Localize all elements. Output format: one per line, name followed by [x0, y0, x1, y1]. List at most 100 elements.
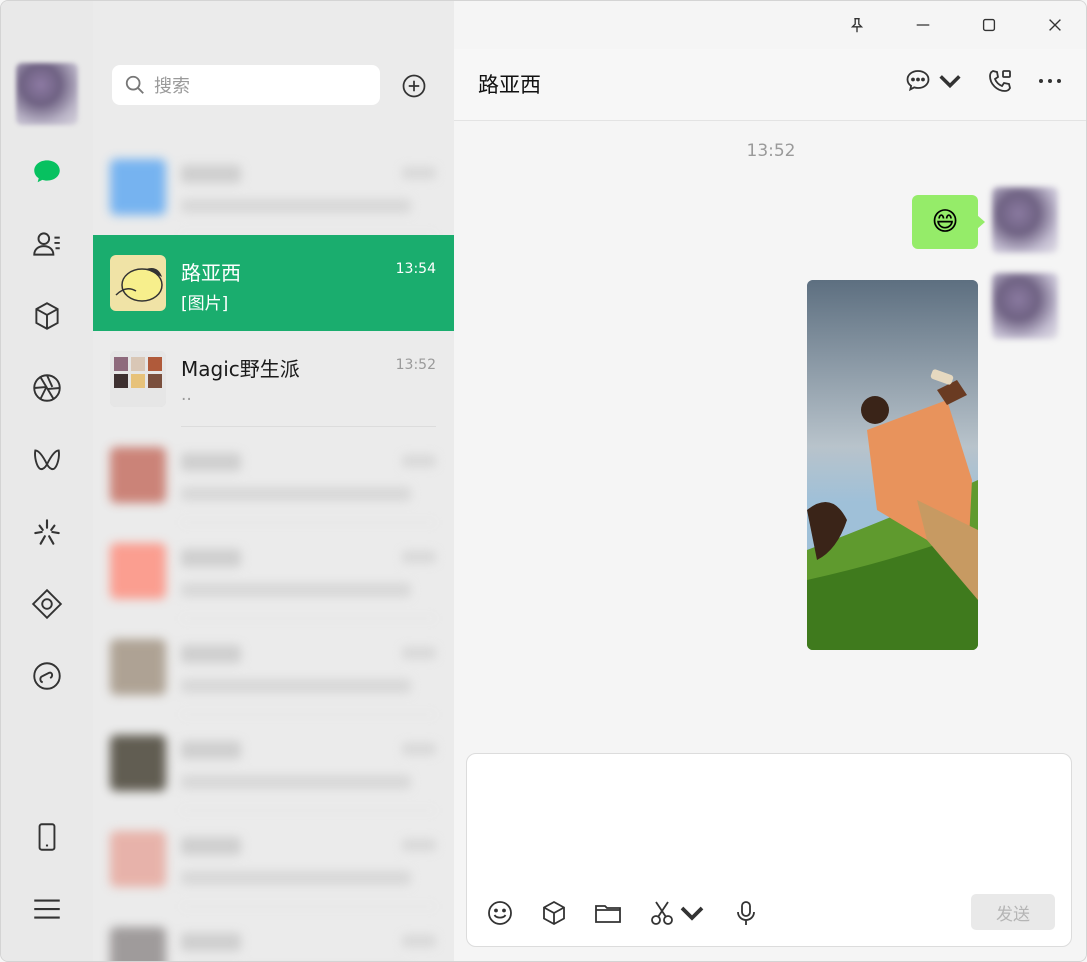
composer-toolbar [485, 898, 761, 928]
chat-time: 13:54 [395, 261, 436, 277]
image-message[interactable] [807, 280, 978, 650]
search-nav-icon[interactable] [23, 508, 71, 556]
hamburger-icon [34, 899, 60, 919]
chat-list-item[interactable] [93, 619, 454, 715]
phone-nav-icon[interactable] [23, 813, 71, 861]
minimize-icon [916, 24, 930, 26]
scissors-icon [651, 901, 673, 925]
games-nav-icon[interactable] [23, 652, 71, 700]
channels-nav-icon[interactable] [23, 436, 71, 484]
blurred-text [181, 933, 241, 951]
blurred-text [181, 199, 411, 213]
blurred-text [181, 583, 411, 597]
blurred-text [181, 549, 241, 567]
chat-list: 路亚西 13:54 [图片] Magic野生派 13:52.. [93, 139, 454, 961]
file-button[interactable] [593, 898, 623, 928]
more-icon[interactable] [1036, 67, 1064, 95]
chat-nav-icon[interactable] [23, 148, 71, 196]
chat-dots-icon [906, 70, 930, 92]
chat-preview: .. [181, 385, 192, 405]
chat-list-panel: 搜索 路亚西 13:54 [图片] Magic野生派 13:52.. [93, 1, 454, 961]
message-area: 13:52 😄 [454, 121, 1086, 751]
emoji-message-bubble[interactable]: 😄 [912, 195, 985, 249]
chat-avatar [110, 639, 166, 695]
blurred-text [181, 775, 411, 789]
channels-icon [34, 449, 60, 470]
chat-name: Magic野生派 [181, 357, 300, 381]
blurred-text [181, 679, 411, 693]
diamond-icon [31, 588, 63, 620]
blurred-text [181, 645, 241, 663]
chat-list-item[interactable] [93, 139, 454, 235]
contacts-icon [33, 232, 60, 256]
chat-header: 路亚西 [454, 49, 1086, 121]
maximize-button[interactable] [956, 1, 1022, 49]
favorites-button[interactable] [539, 898, 569, 928]
blurred-text [402, 935, 436, 947]
close-button[interactable] [1022, 1, 1086, 49]
blurred-text [402, 743, 436, 755]
chat-options-button[interactable] [904, 67, 964, 95]
cube-icon [543, 900, 565, 926]
voice-button[interactable] [731, 898, 761, 928]
chat-avatar [110, 927, 166, 961]
window-controls [824, 1, 1086, 49]
moments-nav-icon[interactable] [23, 364, 71, 412]
screenshot-button[interactable] [647, 898, 707, 928]
search-icon [125, 75, 144, 94]
add-button[interactable] [398, 70, 430, 102]
sender-avatar[interactable] [992, 273, 1058, 339]
sparkle-icon [34, 519, 60, 545]
plus-circle-icon [402, 74, 426, 98]
miniprogram-nav-icon[interactable] [23, 580, 71, 628]
blurred-text [402, 167, 436, 179]
microphone-icon [737, 901, 755, 925]
chat-time: 13:52 [395, 357, 436, 373]
chevron-down-icon [680, 906, 704, 921]
blurred-text [402, 455, 436, 467]
chat-avatar [110, 831, 166, 887]
blurred-text [402, 839, 436, 851]
call-icon[interactable] [986, 67, 1014, 95]
emoji-button[interactable] [485, 898, 515, 928]
send-button[interactable]: 发送 [971, 894, 1055, 930]
chat-list-item[interactable]: 路亚西 13:54 [图片] [93, 235, 454, 331]
chat-list-item[interactable] [93, 427, 454, 523]
contacts-nav-icon[interactable] [23, 220, 71, 268]
pin-button[interactable] [824, 1, 890, 49]
blurred-text [181, 453, 241, 471]
close-icon [1049, 19, 1061, 31]
blurred-text [181, 741, 241, 759]
chat-list-item[interactable] [93, 715, 454, 811]
smiley-icon [488, 901, 512, 925]
sender-avatar[interactable] [992, 187, 1058, 253]
chat-list-item[interactable] [93, 907, 454, 961]
chat-name: 路亚西 [181, 261, 241, 285]
chat-list-item[interactable]: Magic野生派 13:52.. [93, 331, 454, 427]
wechat-window: 搜索 路亚西 13:54 [图片] Magic野生派 13:52.. 路亚西 1… [0, 0, 1087, 962]
chat-preview: [图片] [181, 294, 229, 314]
menu-nav-icon[interactable] [23, 885, 71, 933]
avatar-illustration [110, 255, 166, 311]
emoji-text: 😄 [931, 207, 959, 237]
chat-avatar [110, 735, 166, 791]
my-avatar[interactable] [16, 63, 78, 125]
group-avatar-grid [110, 351, 166, 407]
chat-avatar [110, 159, 166, 215]
minimize-button[interactable] [890, 1, 956, 49]
header-actions [904, 67, 1064, 95]
chat-list-item[interactable] [93, 523, 454, 619]
chat-bubble-icon [34, 160, 60, 183]
mobile-phone-icon [38, 823, 56, 851]
blurred-text [181, 487, 411, 501]
chat-panel: 路亚西 13:52 😄 发送 [454, 1, 1086, 961]
message-input[interactable] [481, 764, 1051, 884]
chat-title: 路亚西 [478, 73, 541, 97]
maximize-icon [982, 18, 996, 32]
chat-list-item[interactable] [93, 811, 454, 907]
cube-icon [35, 302, 59, 330]
favorites-nav-icon[interactable] [23, 292, 71, 340]
search-box[interactable]: 搜索 [112, 65, 380, 105]
chat-avatar [110, 255, 166, 311]
message-composer: 发送 [466, 753, 1072, 947]
